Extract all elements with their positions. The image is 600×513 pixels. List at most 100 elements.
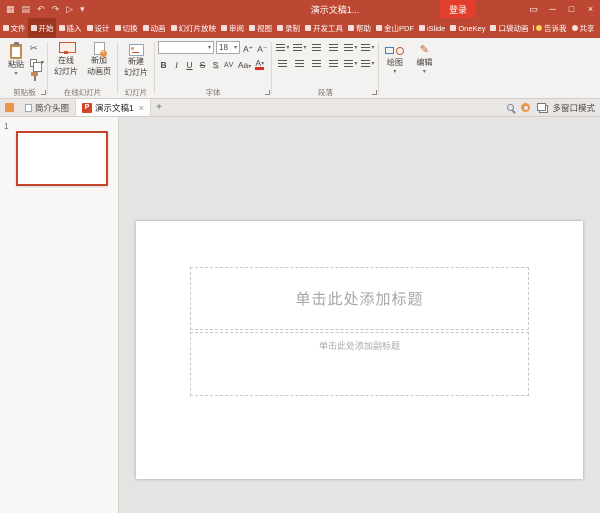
- tab-label: 幻灯片放映: [179, 23, 217, 34]
- title-placeholder[interactable]: 单击此处添加标题: [190, 267, 529, 330]
- tab-pocket-animation[interactable]: 口袋动画: [488, 18, 531, 38]
- close-tab-icon[interactable]: ×: [139, 103, 144, 113]
- tab-icon: [305, 25, 311, 31]
- font-size-select[interactable]: 18 ▾: [216, 41, 240, 54]
- slide[interactable]: 单击此处添加标题 单击此处添加副标题: [136, 221, 583, 479]
- close-button[interactable]: ×: [581, 0, 600, 18]
- increase-font-button[interactable]: A⁺: [242, 41, 254, 54]
- tab-developer[interactable]: 开发工具: [303, 18, 346, 38]
- slides-group: 新建 幻灯片 幻灯片: [118, 38, 154, 98]
- tab-list-icon[interactable]: [5, 103, 14, 112]
- document-tab-intro[interactable]: 简介头图: [19, 99, 76, 116]
- app-grid-icon[interactable]: ▦: [6, 5, 15, 14]
- button-label-line: 幻灯片: [124, 68, 148, 78]
- tab-jinshan-pdf[interactable]: 金山PDF: [374, 18, 417, 38]
- decrease-indent-button[interactable]: [309, 41, 324, 54]
- new-animation-page-button[interactable]: 新加 动画页: [84, 41, 114, 77]
- gear-icon[interactable]: [521, 103, 530, 112]
- copy-button[interactable]: ▾: [30, 57, 44, 68]
- tab-label: 录制: [285, 23, 300, 34]
- tab-insert[interactable]: 插入: [56, 18, 84, 38]
- file-icon: [25, 104, 32, 112]
- columns-button[interactable]: ▾: [343, 57, 358, 70]
- strikethrough-button[interactable]: S: [197, 57, 208, 70]
- chevron-down-icon: ▾: [286, 45, 289, 51]
- tab-file[interactable]: 文件: [0, 18, 28, 38]
- line-spacing-button[interactable]: ▾: [343, 41, 358, 54]
- start-slideshow-icon[interactable]: ▷: [66, 5, 73, 14]
- character-spacing-button[interactable]: AV: [223, 57, 235, 70]
- dialog-launcher-icon[interactable]: [372, 90, 377, 95]
- tab-transitions[interactable]: 切换: [112, 18, 140, 38]
- tab-icon: [171, 25, 177, 31]
- drawing-button[interactable]: 绘图 ▾: [382, 41, 407, 76]
- button-label-line: 在线: [58, 56, 74, 66]
- paragraph-group-label: 段落: [318, 87, 333, 98]
- dialog-launcher-icon[interactable]: [265, 90, 270, 95]
- format-painter-button[interactable]: [30, 71, 44, 82]
- tab-onekey[interactable]: OneKey: [448, 18, 488, 38]
- align-center-button[interactable]: [292, 57, 307, 70]
- tab-animations[interactable]: 动画: [140, 18, 168, 38]
- change-case-button[interactable]: Aa▾: [237, 57, 252, 70]
- tab-view[interactable]: 视图: [247, 18, 275, 38]
- bold-button[interactable]: B: [158, 57, 169, 70]
- numbering-button[interactable]: ▾: [292, 41, 307, 54]
- bullets-button[interactable]: ▾: [275, 41, 290, 54]
- undo-icon[interactable]: ↶: [37, 5, 45, 14]
- text-shadow-button[interactable]: S: [210, 57, 221, 70]
- increase-indent-button[interactable]: [326, 41, 341, 54]
- tab-help[interactable]: 帮助: [346, 18, 374, 38]
- font-name-select[interactable]: ▾: [158, 41, 214, 54]
- maximize-button[interactable]: □: [562, 0, 581, 18]
- tab-icon: [277, 25, 283, 31]
- tab-home[interactable]: 开始: [28, 18, 56, 38]
- text-direction-button[interactable]: ▾: [360, 41, 375, 54]
- ribbon-display-options-icon[interactable]: ▭: [524, 0, 543, 18]
- tab-label: iSlide: [427, 24, 445, 33]
- redo-icon[interactable]: ↷: [52, 5, 60, 14]
- paste-button[interactable]: 粘贴 ▾: [5, 41, 27, 78]
- tab-design[interactable]: 设计: [84, 18, 112, 38]
- editing-button[interactable]: ✎ 编辑 ▾: [413, 41, 435, 76]
- shapes-icon: [385, 44, 404, 57]
- italic-button[interactable]: I: [171, 57, 182, 70]
- chevron-down-icon: ▾: [234, 45, 237, 51]
- document-tab-label: 演示文稿1: [95, 102, 134, 114]
- tell-me-button[interactable]: 告诉我: [534, 18, 570, 38]
- customize-toolbar-icon[interactable]: ▾: [80, 5, 85, 14]
- dialog-launcher-icon[interactable]: [41, 90, 46, 95]
- document-tab-current[interactable]: P 演示文稿1 ×: [76, 99, 151, 116]
- cut-button[interactable]: ✂: [30, 43, 44, 54]
- chevron-down-icon: ▾: [371, 61, 374, 67]
- tab-islide[interactable]: iSlide: [417, 18, 448, 38]
- tab-review[interactable]: 审阅: [219, 18, 247, 38]
- tab-slideshow[interactable]: 幻灯片放映: [168, 18, 219, 38]
- chevron-down-icon: ▾: [248, 64, 251, 70]
- title-placeholder-text: 单击此处添加标题: [295, 288, 423, 309]
- chevron-down-icon: ▾: [354, 45, 357, 51]
- columns-icon: [344, 60, 353, 67]
- line-spacing-icon: [344, 44, 353, 51]
- align-right-button[interactable]: [309, 57, 324, 70]
- share-button[interactable]: 共享: [569, 18, 597, 38]
- align-text-button[interactable]: ▾: [360, 57, 375, 70]
- new-slide-button[interactable]: 新建 幻灯片: [121, 41, 151, 78]
- decrease-font-button[interactable]: A⁻: [256, 41, 268, 54]
- button-label-line: 新建: [128, 57, 144, 67]
- slide-number: 1: [4, 122, 8, 131]
- align-left-button[interactable]: [275, 57, 290, 70]
- new-document-tab-button[interactable]: +: [151, 99, 167, 116]
- tab-record[interactable]: 录制: [275, 18, 303, 38]
- minimize-button[interactable]: ─: [543, 0, 562, 18]
- save-icon[interactable]: ▤: [22, 5, 31, 14]
- font-color-button[interactable]: A▾: [254, 57, 265, 70]
- search-icon[interactable]: [507, 104, 514, 111]
- chevron-down-icon: ▾: [303, 45, 306, 51]
- slide-thumbnail[interactable]: [16, 131, 108, 186]
- justify-button[interactable]: [326, 57, 341, 70]
- multi-window-mode-button[interactable]: 多窗口模式: [537, 102, 595, 114]
- subtitle-placeholder[interactable]: 单击此处添加副标题: [190, 332, 529, 396]
- underline-button[interactable]: U: [184, 57, 195, 70]
- online-slides-button[interactable]: 在线 幻灯片: [51, 41, 81, 77]
